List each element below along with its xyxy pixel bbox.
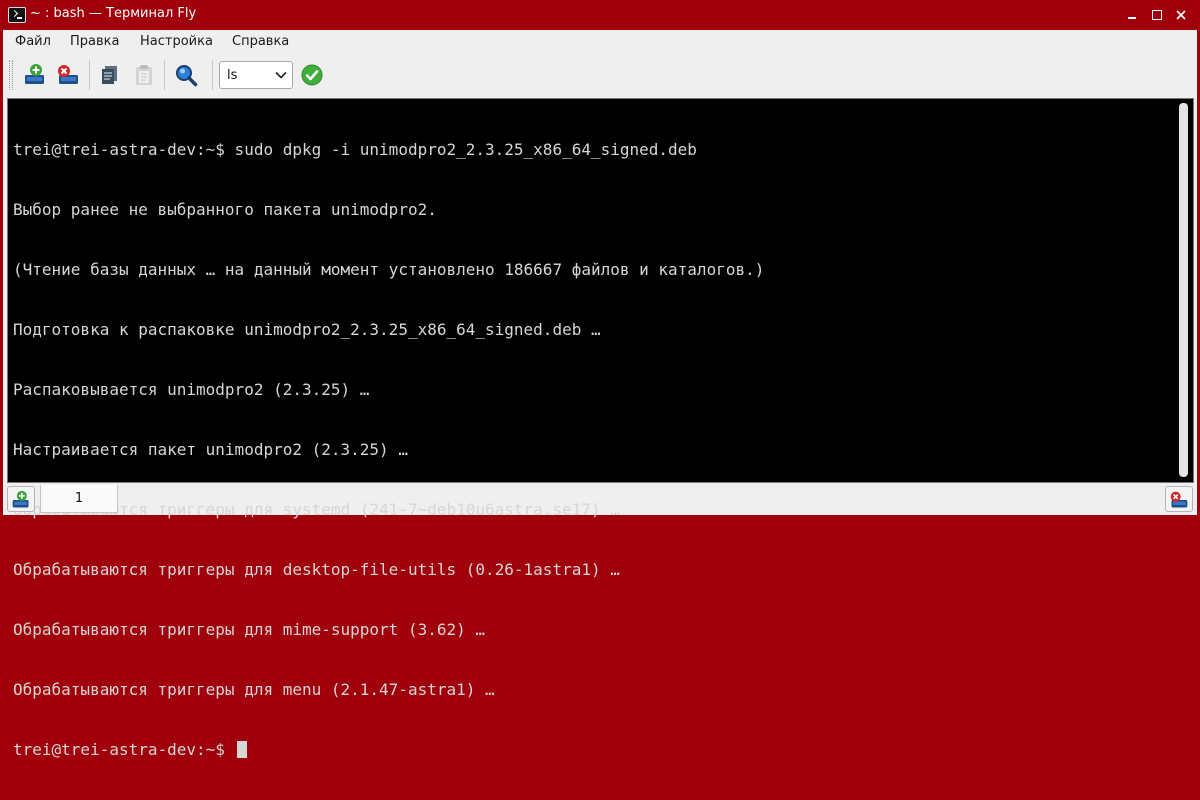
menu-settings[interactable]: Настройка: [140, 34, 213, 49]
maximize-button[interactable]: [1148, 6, 1166, 24]
minimize-icon: [1128, 17, 1136, 19]
close-tab-icon: [1170, 491, 1188, 508]
window-title: ~ : bash — Терминал Fly: [30, 6, 197, 21]
toolbar-separator: [89, 60, 90, 90]
new-tab-button-bottom[interactable]: [7, 486, 35, 512]
terminal-line: Настраивается пакет unimodpro2 (2.3.25) …: [13, 440, 408, 459]
tab-bar: 1: [3, 485, 1197, 515]
chevron-down-icon: [275, 71, 287, 79]
terminal-prompt-line: trei@trei-astra-dev:~$: [13, 740, 1173, 760]
new-tab-icon: [25, 64, 44, 84]
find-icon: [176, 65, 198, 87]
terminal-window: ~ : bash — Терминал Fly Файл Правка Наст…: [0, 0, 1200, 759]
maximize-icon: [1152, 10, 1162, 20]
command-select[interactable]: ls: [219, 61, 293, 89]
client-area: Файл Правка Настройка Справка ls trei@tr…: [3, 30, 1197, 759]
new-tab-button[interactable]: [20, 60, 50, 90]
paste-icon: [136, 65, 152, 85]
terminal-line: Выбор ранее не выбранного пакета unimodp…: [13, 200, 437, 219]
terminal-line: Обрабатываются триггеры для menu (2.1.47…: [13, 680, 495, 699]
run-command-button[interactable]: [297, 60, 327, 90]
terminal-cursor: [236, 741, 247, 758]
close-button[interactable]: [1172, 6, 1190, 24]
toolbar-separator: [212, 60, 213, 90]
toolbar: ls: [3, 56, 1197, 94]
close-tab-button-bottom[interactable]: [1165, 486, 1193, 512]
close-tab-button[interactable]: [53, 60, 83, 90]
terminal-line: Обрабатываются триггеры для mime-support…: [13, 620, 486, 639]
copy-button[interactable]: [95, 60, 125, 90]
terminal-icon: [8, 7, 26, 23]
terminal-line: Подготовка к распаковке unimodpro2_2.3.2…: [13, 320, 601, 339]
terminal-line: (Чтение базы данных … на данный момент у…: [13, 260, 765, 279]
menu-help[interactable]: Справка: [232, 34, 289, 49]
menu-bar: Файл Правка Настройка Справка: [3, 30, 1197, 54]
close-tab-icon: [58, 65, 78, 84]
terminal-line: trei@trei-astra-dev:~$ sudo dpkg -i unim…: [13, 140, 697, 159]
terminal-scrollbar[interactable]: [1179, 103, 1188, 477]
close-icon: [1176, 10, 1186, 20]
terminal-line: Обрабатываются триггеры для desktop-file…: [13, 560, 620, 579]
terminal-prompt: trei@trei-astra-dev:~$: [13, 740, 235, 759]
new-tab-icon: [12, 490, 29, 508]
menu-edit[interactable]: Правка: [70, 34, 119, 49]
command-select-value: ls: [227, 68, 238, 83]
tab-label: 1: [74, 491, 84, 506]
terminal-output[interactable]: trei@trei-astra-dev:~$ sudo dpkg -i unim…: [7, 98, 1194, 759]
find-button[interactable]: [171, 60, 201, 90]
toolbar-separator: [164, 60, 165, 90]
tab-1[interactable]: 1: [40, 485, 118, 513]
copy-icon: [102, 66, 117, 84]
terminal-text: trei@trei-astra-dev:~$ sudo dpkg -i unim…: [13, 100, 1173, 800]
terminal-line: Распаковывается unimodpro2 (2.3.25) …: [13, 380, 370, 399]
run-icon: [301, 64, 323, 86]
paste-button[interactable]: [129, 60, 159, 90]
toolbar-grip[interactable]: [9, 60, 13, 90]
menu-file[interactable]: Файл: [15, 34, 51, 49]
title-bar[interactable]: ~ : bash — Терминал Fly: [0, 0, 1200, 30]
minimize-button[interactable]: [1123, 6, 1141, 24]
